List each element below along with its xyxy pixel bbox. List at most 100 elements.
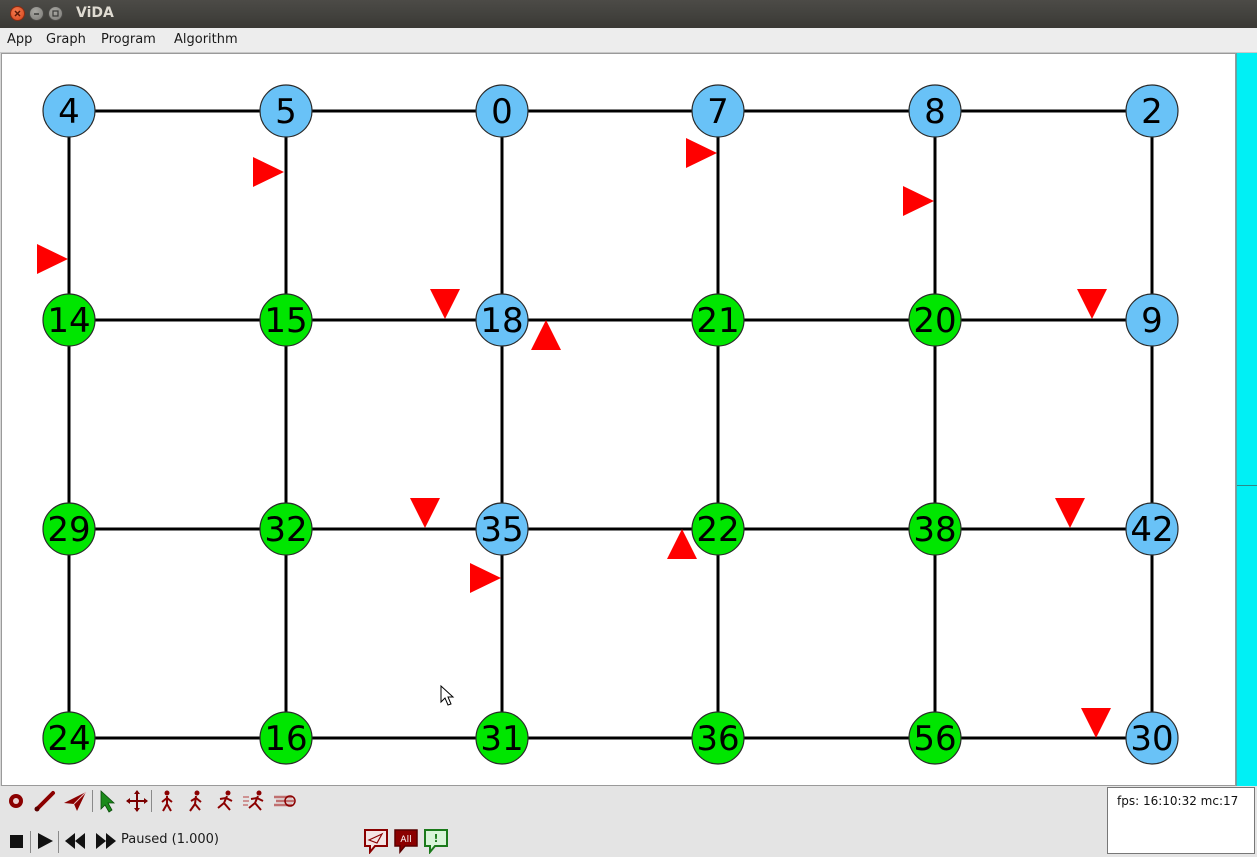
graph-node[interactable]: 20 xyxy=(908,293,962,347)
graph-node[interactable]: 7 xyxy=(691,84,745,138)
graph-node[interactable]: 21 xyxy=(691,293,745,347)
graph-node-label: 30 xyxy=(1130,719,1173,759)
graph-node[interactable]: 36 xyxy=(691,711,745,765)
graph-node[interactable]: 32 xyxy=(259,502,313,556)
graph-node[interactable]: 30 xyxy=(1125,711,1179,765)
window-maximize-button[interactable] xyxy=(48,6,63,21)
menu-bar: App Graph Program Algorithm xyxy=(0,28,1257,53)
record-icon[interactable] xyxy=(5,789,29,813)
graph-node-label: 22 xyxy=(696,510,739,550)
graph-nodes[interactable]: 4 5 0 7 8 2 14 15 18 21 20 9 29 32 35 22 38 42 24 16 31 36 56 3… xyxy=(42,84,1179,765)
message-marker xyxy=(1077,289,1107,319)
graph-node-label: 5 xyxy=(275,92,297,132)
walk-slow-icon[interactable] xyxy=(155,789,179,813)
window-minimize-button[interactable] xyxy=(29,6,44,21)
run-fast-icon[interactable] xyxy=(242,789,266,813)
menu-algorithm[interactable]: Algorithm xyxy=(174,32,238,47)
send-icon[interactable] xyxy=(62,789,87,813)
graph-node[interactable]: 29 xyxy=(42,502,96,556)
maximize-icon xyxy=(52,10,59,17)
pointer-icon[interactable] xyxy=(96,789,120,813)
graph-node[interactable]: 42 xyxy=(1125,502,1179,556)
toolbar-separator xyxy=(92,790,93,812)
playback-status: Paused (1.000) xyxy=(121,832,219,847)
graph-node[interactable]: 9 xyxy=(1125,293,1179,347)
run-icon[interactable] xyxy=(213,789,237,813)
graph-node[interactable]: 14 xyxy=(42,293,96,347)
fps-readout: fps: 16:10:32 mc:17 xyxy=(1117,794,1239,808)
graph-node[interactable]: 56 xyxy=(908,711,962,765)
graph-node-label: 38 xyxy=(913,510,956,550)
toolbar-separator xyxy=(30,831,31,853)
graph-node[interactable]: 5 xyxy=(259,84,313,138)
menu-program[interactable]: Program xyxy=(101,32,156,47)
walk-icon[interactable] xyxy=(184,789,208,813)
rewind-icon[interactable] xyxy=(63,829,87,853)
fast-forward-icon[interactable] xyxy=(94,829,118,853)
message-markers xyxy=(37,138,1111,738)
message-marker xyxy=(1055,498,1085,528)
run-blur-icon[interactable] xyxy=(272,789,296,813)
play-icon[interactable] xyxy=(34,829,58,853)
graph-node[interactable]: 4 xyxy=(42,84,96,138)
graph-node-label: 31 xyxy=(480,719,523,759)
window-close-button[interactable] xyxy=(10,6,25,21)
info-message-label: ! xyxy=(433,832,438,845)
minimize-icon xyxy=(34,13,39,15)
graph-node-label: 18 xyxy=(480,301,523,341)
message-marker xyxy=(410,498,440,528)
graph-node-label: 42 xyxy=(1130,510,1173,550)
close-icon xyxy=(14,10,21,17)
graph-node[interactable]: 15 xyxy=(259,293,313,347)
graph-node[interactable]: 38 xyxy=(908,502,962,556)
graph-node-label: 16 xyxy=(264,719,307,759)
graph-node-label: 9 xyxy=(1141,301,1163,341)
edge-icon[interactable] xyxy=(33,789,57,813)
graph-node-label: 15 xyxy=(264,301,307,341)
graph-node[interactable]: 2 xyxy=(1125,84,1179,138)
toolbar-separator xyxy=(58,831,59,853)
graph-node[interactable]: 24 xyxy=(42,711,96,765)
graph-node[interactable]: 0 xyxy=(475,84,529,138)
move-icon[interactable] xyxy=(125,789,149,813)
scrollbar-divider xyxy=(1237,485,1257,486)
graph-canvas[interactable]: 4 5 0 7 8 2 14 15 18 21 20 9 29 32 35 22 38 42 24 16 31 36 56 3… xyxy=(1,53,1236,786)
graph-node-label: 56 xyxy=(913,719,956,759)
message-marker xyxy=(430,289,460,319)
stop-icon[interactable] xyxy=(5,829,29,853)
graph-view[interactable]: 4 5 0 7 8 2 14 15 18 21 20 9 29 32 35 22 38 42 24 16 31 36 56 3… xyxy=(2,54,1235,785)
graph-node-label: 36 xyxy=(696,719,739,759)
toolbar-separator xyxy=(151,790,152,812)
fps-panel: fps: 16:10:32 mc:17 xyxy=(1107,787,1255,854)
graph-node-label: 8 xyxy=(924,92,946,132)
graph-node[interactable]: 16 xyxy=(259,711,313,765)
message-marker xyxy=(686,138,717,168)
menu-app[interactable]: App xyxy=(7,32,32,47)
graph-node[interactable]: 35 xyxy=(475,502,529,556)
message-marker xyxy=(531,320,561,350)
graph-node-label: 7 xyxy=(707,92,729,132)
message-marker xyxy=(37,244,68,274)
graph-edges xyxy=(67,109,1154,740)
menu-graph[interactable]: Graph xyxy=(46,32,86,47)
graph-node-label: 29 xyxy=(47,510,90,550)
graph-node[interactable]: 8 xyxy=(908,84,962,138)
graph-node-label: 14 xyxy=(47,301,90,341)
window-title: ViDA xyxy=(76,5,114,21)
graph-node-label: 20 xyxy=(913,301,956,341)
graph-node-label: 4 xyxy=(58,92,80,132)
vertical-scrollbar[interactable] xyxy=(1236,53,1257,786)
message-marker xyxy=(903,186,934,216)
graph-node[interactable]: 18 xyxy=(475,293,529,347)
message-marker xyxy=(1081,708,1111,738)
graph-node-label: 2 xyxy=(1141,92,1163,132)
all-messages-label: All xyxy=(400,835,411,845)
all-messages-icon[interactable]: All xyxy=(393,828,419,854)
window-titlebar: ViDA xyxy=(0,0,1257,29)
send-message-icon[interactable] xyxy=(363,828,389,854)
graph-node[interactable]: 31 xyxy=(475,711,529,765)
graph-node[interactable]: 22 xyxy=(691,502,745,556)
graph-node-label: 35 xyxy=(480,510,523,550)
info-message-icon[interactable]: ! xyxy=(423,828,449,854)
message-marker xyxy=(470,563,501,593)
